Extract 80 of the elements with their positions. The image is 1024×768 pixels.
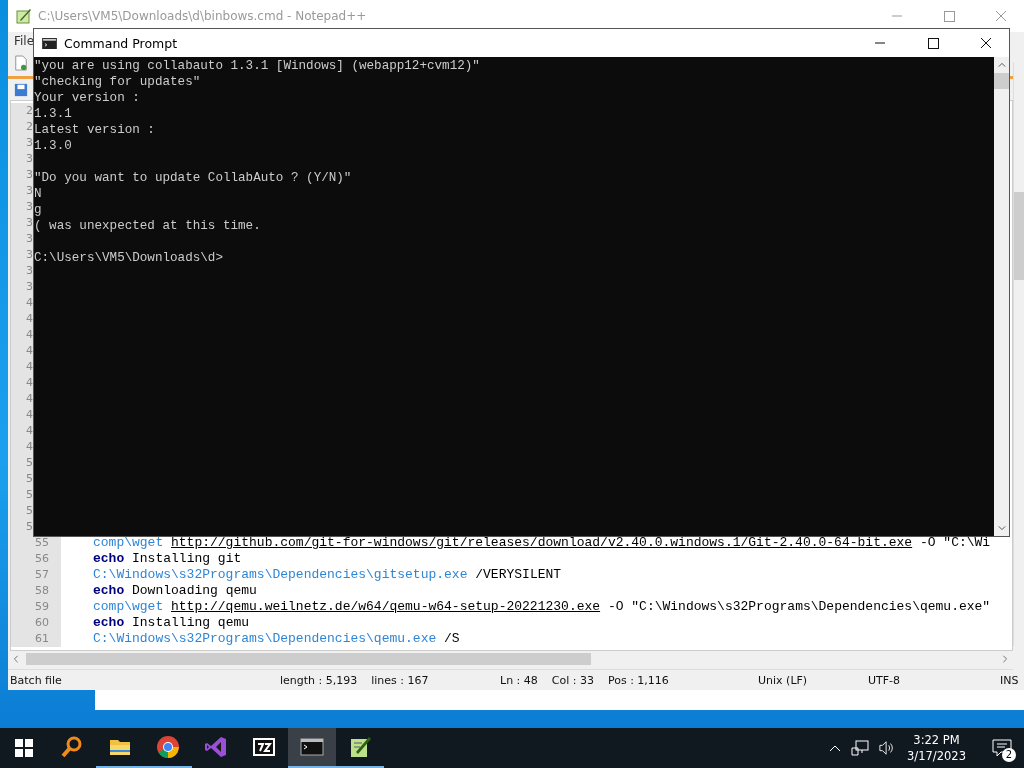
- line-number: 57: [11, 567, 61, 583]
- new-file-icon[interactable]: [14, 55, 28, 71]
- line-number: 3: [26, 136, 33, 149]
- console-line: 1.3.1: [34, 106, 73, 122]
- scroll-thumb[interactable]: [1014, 192, 1024, 280]
- line-number: 4: [26, 424, 33, 437]
- code-line: C:\Windows\s32Programs\Dependencies\gitsetup.exe /VERYSILENT: [92, 567, 562, 583]
- line-number: 4: [26, 408, 33, 421]
- line-number: 5: [26, 504, 33, 517]
- line-number: 3: [26, 232, 33, 245]
- window-title: C:\Users\VM5\Downloads\d\binbows.cmd - Notepad++: [38, 9, 367, 23]
- line-number: 56: [11, 551, 61, 567]
- console-line: "you are using collabauto 1.3.1 [Windows] (webapp12+cvm12)": [34, 58, 481, 74]
- line-number: 60: [11, 615, 61, 631]
- clock-time[interactable]: 3:22 PM: [913, 732, 960, 748]
- console-line: "Do you want to update CollabAuto ? (Y/N)": [34, 170, 353, 186]
- status-text: Batch file: [9, 673, 63, 687]
- window-title: Command Prompt: [64, 35, 178, 51]
- console-line: Your version :: [34, 90, 141, 106]
- code-line: comp\wget http://github.com/git-for-windows/git/releases/download/v2.40.0.windows.1/Git-2.40.0-64-bit.exe -O "C:\Wi: [92, 535, 991, 551]
- line-number: 3: [26, 200, 33, 213]
- console-icon[interactable]: [288, 728, 336, 768]
- line-number: 3: [26, 152, 33, 165]
- chevron-up-icon[interactable]: [829, 744, 842, 752]
- console-line: 1.3.0: [34, 138, 73, 154]
- network-icon[interactable]: [851, 740, 870, 756]
- line-number: 3: [26, 264, 33, 277]
- line-number: 2: [26, 120, 33, 133]
- code-line: C:\Windows\s32Programs\Dependencies\qemu.exe /S: [92, 631, 460, 647]
- notification-icon[interactable]: [992, 739, 1012, 757]
- scroll-down-icon[interactable]: [997, 524, 1006, 532]
- code-line: comp\wget http://qemu.weilnetz.de/w64/qemu-w64-setup-20221230.exe -O "C:\Windows\s32Programs\Dependencies\qemu.exe": [92, 599, 991, 615]
- line-number: 4: [26, 344, 33, 357]
- notification-count: 2: [1002, 748, 1016, 762]
- console-line: g: [34, 202, 43, 218]
- line-number: 3: [26, 280, 33, 293]
- status-text: UTF-8: [867, 673, 902, 687]
- scroll-up-icon[interactable]: [997, 61, 1006, 69]
- status-text: INS: [999, 673, 1019, 687]
- windows-start-icon[interactable]: [15, 739, 33, 757]
- line-number: 3: [26, 248, 33, 261]
- save-icon[interactable]: [14, 82, 28, 97]
- line-number: 4: [26, 440, 33, 453]
- line-number: 2: [26, 104, 33, 117]
- line-number: 4: [26, 296, 33, 309]
- status-text: Ln : 48 Col : 33 Pos : 1,116: [499, 673, 670, 687]
- code-line: echo Installing git: [92, 551, 242, 567]
- line-number: 3: [26, 184, 33, 197]
- line-number: 4: [26, 360, 33, 373]
- line-number: 4: [26, 392, 33, 405]
- console-line: Latest version :: [34, 122, 156, 138]
- line-number: 3: [26, 216, 33, 229]
- scroll-thumb[interactable]: [26, 653, 591, 665]
- line-number: 59: [11, 599, 61, 615]
- code-line: echo Downloading qemu: [92, 583, 257, 599]
- line-number: 5: [26, 472, 33, 485]
- line-number: 4: [26, 376, 33, 389]
- line-number: 58: [11, 583, 61, 599]
- console-line: C:\Users\VM5\Downloads\d>: [34, 250, 224, 266]
- vertical-scrollbar[interactable]: [994, 57, 1009, 536]
- line-number: 4: [26, 312, 33, 325]
- status-text: Unix (LF): [757, 673, 809, 687]
- notepad-icon: [16, 8, 32, 24]
- line-number: 5: [26, 520, 33, 533]
- code-line: echo Installing qemu: [92, 615, 250, 631]
- console-icon: [42, 37, 57, 49]
- line-number: 5: [26, 488, 33, 501]
- scroll-thumb[interactable]: [994, 73, 1009, 89]
- console-line: ( was unexpected at this time.: [34, 218, 262, 234]
- line-number: 4: [26, 328, 33, 341]
- line-number: 55: [11, 535, 61, 551]
- line-number: 61: [11, 631, 61, 647]
- status-text: length : 5,193 lines : 167: [279, 673, 430, 687]
- clock-date[interactable]: 3/17/2023: [907, 748, 966, 764]
- line-number: 5: [26, 456, 33, 469]
- console-line: "checking for updates": [34, 74, 202, 90]
- volume-icon[interactable]: [879, 740, 896, 756]
- menu-item[interactable]: File: [14, 34, 35, 48]
- console-line: N: [34, 186, 43, 202]
- line-number: 3: [26, 168, 33, 181]
